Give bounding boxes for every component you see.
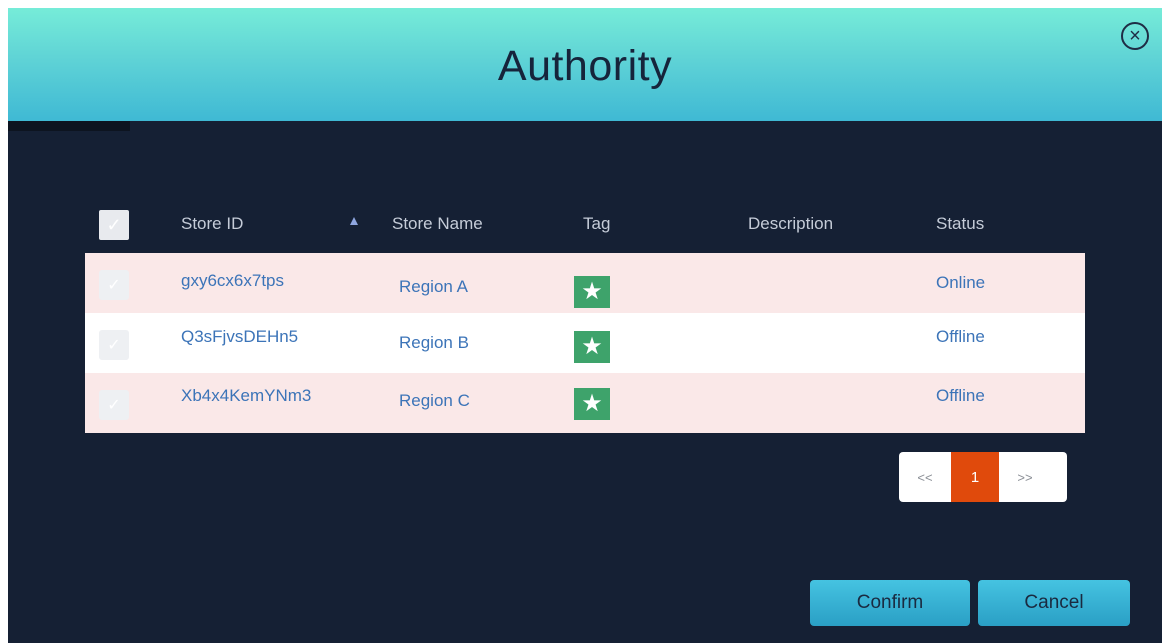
store-id-cell: Q3sFjvsDEHn5 (181, 327, 299, 346)
store-name-cell: Region A (399, 277, 468, 296)
column-header-store-id[interactable]: Store ID (181, 214, 243, 234)
store-name-cell: Region C (399, 391, 470, 410)
store-id-cell: gxy6cx6x7tps (181, 271, 284, 290)
next-page-button[interactable]: >> (999, 452, 1051, 502)
star-tag-icon: ★ (574, 276, 610, 308)
row-checkbox[interactable]: ✓ (99, 390, 129, 420)
column-header-status[interactable]: Status (936, 214, 984, 234)
column-header-tag[interactable]: Tag (583, 214, 610, 234)
table-header: ✓ Store ID Store Name Tag Description St… (85, 203, 1085, 251)
status-cell: Online (936, 273, 986, 292)
status-cell: Offline (936, 327, 985, 346)
status-cell: Offline (936, 386, 985, 405)
select-all-checkbox[interactable]: ✓ (99, 210, 129, 240)
authority-dialog: Authority × ✓ Store ID Store Name Tag De… (8, 8, 1162, 643)
confirm-button[interactable]: Confirm (810, 580, 970, 626)
close-icon[interactable]: × (1121, 22, 1149, 50)
row-checkbox[interactable]: ✓ (99, 270, 129, 300)
page-1-button[interactable]: 1 (951, 452, 999, 502)
dialog-header: Authority × (8, 8, 1162, 121)
pagination: << 1 >> (899, 452, 1067, 502)
star-tag-icon: ★ (574, 331, 610, 363)
store-name-cell: Region B (399, 333, 469, 352)
header-divider (8, 121, 130, 131)
table-row[interactable]: ✓ gxy6cx6x7tps Region A ★ Online (85, 253, 1085, 313)
row-checkbox[interactable]: ✓ (99, 330, 129, 360)
column-header-store-name[interactable]: Store Name (392, 214, 483, 234)
prev-page-button[interactable]: << (899, 452, 951, 502)
column-header-description[interactable]: Description (748, 214, 833, 234)
sort-ascending-icon[interactable] (350, 217, 358, 225)
table-row[interactable]: ✓ Q3sFjvsDEHn5 Region B ★ Offline (85, 313, 1085, 373)
dialog-title: Authority (497, 42, 673, 90)
cancel-button[interactable]: Cancel (978, 580, 1130, 626)
table-body: ✓ gxy6cx6x7tps Region A ★ Online ✓ Q3sFj… (85, 253, 1085, 433)
table-row[interactable]: ✓ Xb4x4KemYNm3 Region C ★ Offline (85, 373, 1085, 433)
star-tag-icon: ★ (574, 388, 610, 420)
store-id-cell: Xb4x4KemYNm3 (181, 386, 312, 405)
